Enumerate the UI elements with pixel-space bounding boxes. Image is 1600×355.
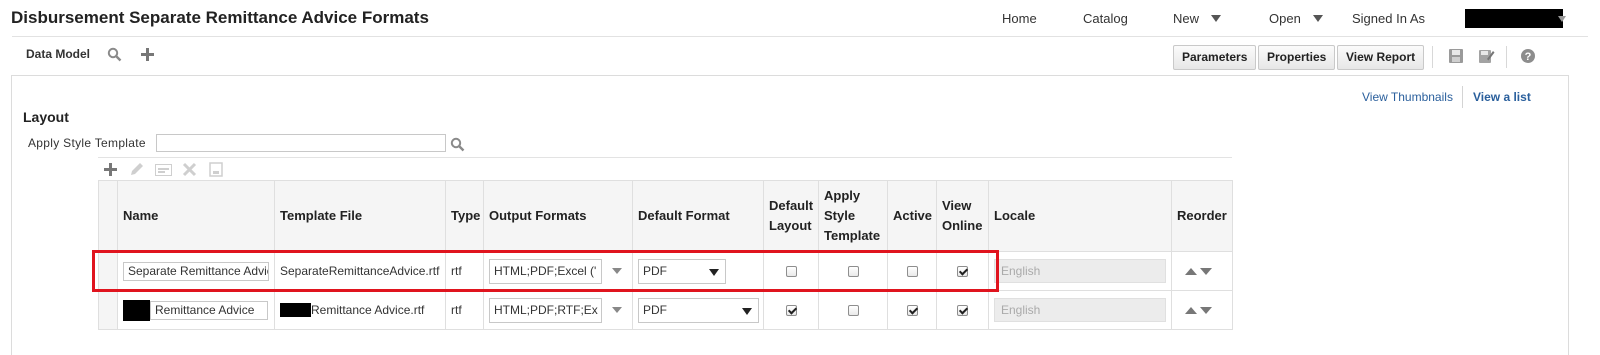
output-formats-select[interactable]: HTML;PDF;RTF;Ex <box>489 297 602 323</box>
move-down-icon[interactable] <box>1200 268 1212 276</box>
properties-button[interactable]: Properties <box>1258 45 1336 70</box>
view-online-cell <box>936 290 989 330</box>
document-icon[interactable] <box>209 162 223 177</box>
add-icon[interactable] <box>140 47 155 62</box>
nav-catalog-link[interactable]: Catalog <box>1083 11 1128 26</box>
default-layout-checkbox[interactable] <box>785 305 797 317</box>
nav-new-menu[interactable]: New <box>1173 11 1222 26</box>
active-cell <box>887 290 937 330</box>
move-down-icon[interactable] <box>1200 307 1212 315</box>
edit-icon[interactable] <box>129 162 144 177</box>
move-up-icon[interactable] <box>1185 268 1197 276</box>
column-header-template-file[interactable]: Template File <box>274 180 446 252</box>
table-toolbar-divider <box>98 157 1232 158</box>
parameters-button[interactable]: Parameters <box>1173 45 1257 70</box>
toolbar-divider <box>1432 46 1433 68</box>
locale-cell: English <box>988 251 1172 291</box>
add-icon[interactable] <box>103 162 118 177</box>
signed-in-label: Signed In As <box>1352 11 1425 26</box>
locale-cell: English <box>988 290 1172 330</box>
save-as-icon[interactable] <box>1478 48 1495 64</box>
help-icon[interactable]: ? <box>1520 48 1536 64</box>
nav-new-label: New <box>1173 11 1200 26</box>
table-row[interactable]: Remittance Advice Remittance Advice.rtf … <box>98 290 1233 330</box>
apply-style-template-label: Apply Style Template <box>28 136 146 150</box>
chevron-down-icon[interactable] <box>612 307 622 313</box>
layout-heading: Layout <box>23 109 69 125</box>
nav-open-menu[interactable]: Open <box>1269 11 1323 26</box>
view-thumbnails-link[interactable]: View Thumbnails <box>1362 90 1453 104</box>
locale-field[interactable]: English <box>994 298 1166 322</box>
toolbar-divider <box>1506 46 1507 68</box>
chevron-down-icon <box>742 307 752 315</box>
svg-text:?: ? <box>1525 51 1532 63</box>
reorder-cell <box>1171 290 1233 330</box>
page-title: Disbursement Separate Remittance Advice … <box>11 8 429 27</box>
apply-style-template-input[interactable] <box>156 134 446 152</box>
delete-icon[interactable] <box>182 162 197 177</box>
view-report-button[interactable]: View Report <box>1337 45 1425 70</box>
search-icon[interactable] <box>450 137 465 152</box>
data-model-label[interactable]: Data Model <box>26 47 90 61</box>
default-format-value: PDF <box>643 302 667 317</box>
column-header-locale[interactable]: Locale <box>988 180 1172 252</box>
column-header-default-format[interactable]: Default Format <box>632 180 764 252</box>
default-layout-cell <box>763 290 819 330</box>
column-header-name[interactable]: Name <box>117 180 275 252</box>
rename-icon[interactable] <box>155 164 172 176</box>
view-list-link[interactable]: View a list <box>1473 90 1531 104</box>
header-divider <box>12 36 1588 37</box>
row-selector[interactable] <box>98 290 118 330</box>
view-links-divider <box>1462 86 1463 108</box>
redacted-text <box>123 299 150 321</box>
chevron-down-icon <box>1312 15 1323 22</box>
chevron-down-icon[interactable] <box>1558 16 1566 22</box>
name-cell: Remittance Advice <box>117 290 275 330</box>
output-formats-value: HTML;PDF;RTF;Ex <box>494 302 598 317</box>
type-cell: rtf <box>445 290 484 330</box>
column-header-type[interactable]: Type <box>445 180 484 252</box>
column-header-view-online[interactable]: View Online <box>936 180 989 252</box>
default-format-select[interactable]: PDF <box>638 297 759 323</box>
highlight-annotation-box <box>92 250 999 292</box>
apply-style-template-checkbox[interactable] <box>847 305 859 317</box>
output-formats-cell: HTML;PDF;RTF;Ex <box>483 290 633 330</box>
column-header-apply-style-template[interactable]: Apply Style Template <box>818 180 888 252</box>
locale-field[interactable]: English <box>994 259 1166 283</box>
column-header-reorder[interactable]: Reorder <box>1171 180 1233 252</box>
apply-style-template-cell <box>818 290 888 330</box>
nav-home-link[interactable]: Home <box>1002 11 1037 26</box>
move-up-icon[interactable] <box>1185 307 1197 315</box>
view-online-checkbox[interactable] <box>957 305 968 317</box>
save-icon[interactable] <box>1448 48 1464 64</box>
chevron-down-icon <box>1211 15 1222 22</box>
search-icon[interactable] <box>107 47 122 62</box>
redacted-username[interactable] <box>1465 9 1563 28</box>
template-file-value: Remittance Advice.rtf <box>311 302 425 317</box>
reorder-cell <box>1171 251 1233 291</box>
row-selector-header <box>98 180 118 252</box>
column-header-output-formats[interactable]: Output Formats <box>483 180 633 252</box>
template-file-cell: Remittance Advice.rtf <box>274 290 446 330</box>
table-header-row: Name Template File Type Output Formats D… <box>98 180 1233 252</box>
default-format-cell: PDF <box>632 290 764 330</box>
active-checkbox[interactable] <box>906 305 918 317</box>
redacted-text <box>280 303 311 318</box>
column-header-default-layout[interactable]: Default Layout <box>763 180 819 252</box>
nav-open-label: Open <box>1269 11 1301 26</box>
column-header-active[interactable]: Active <box>887 180 937 252</box>
name-input[interactable]: Remittance Advice <box>150 300 268 320</box>
